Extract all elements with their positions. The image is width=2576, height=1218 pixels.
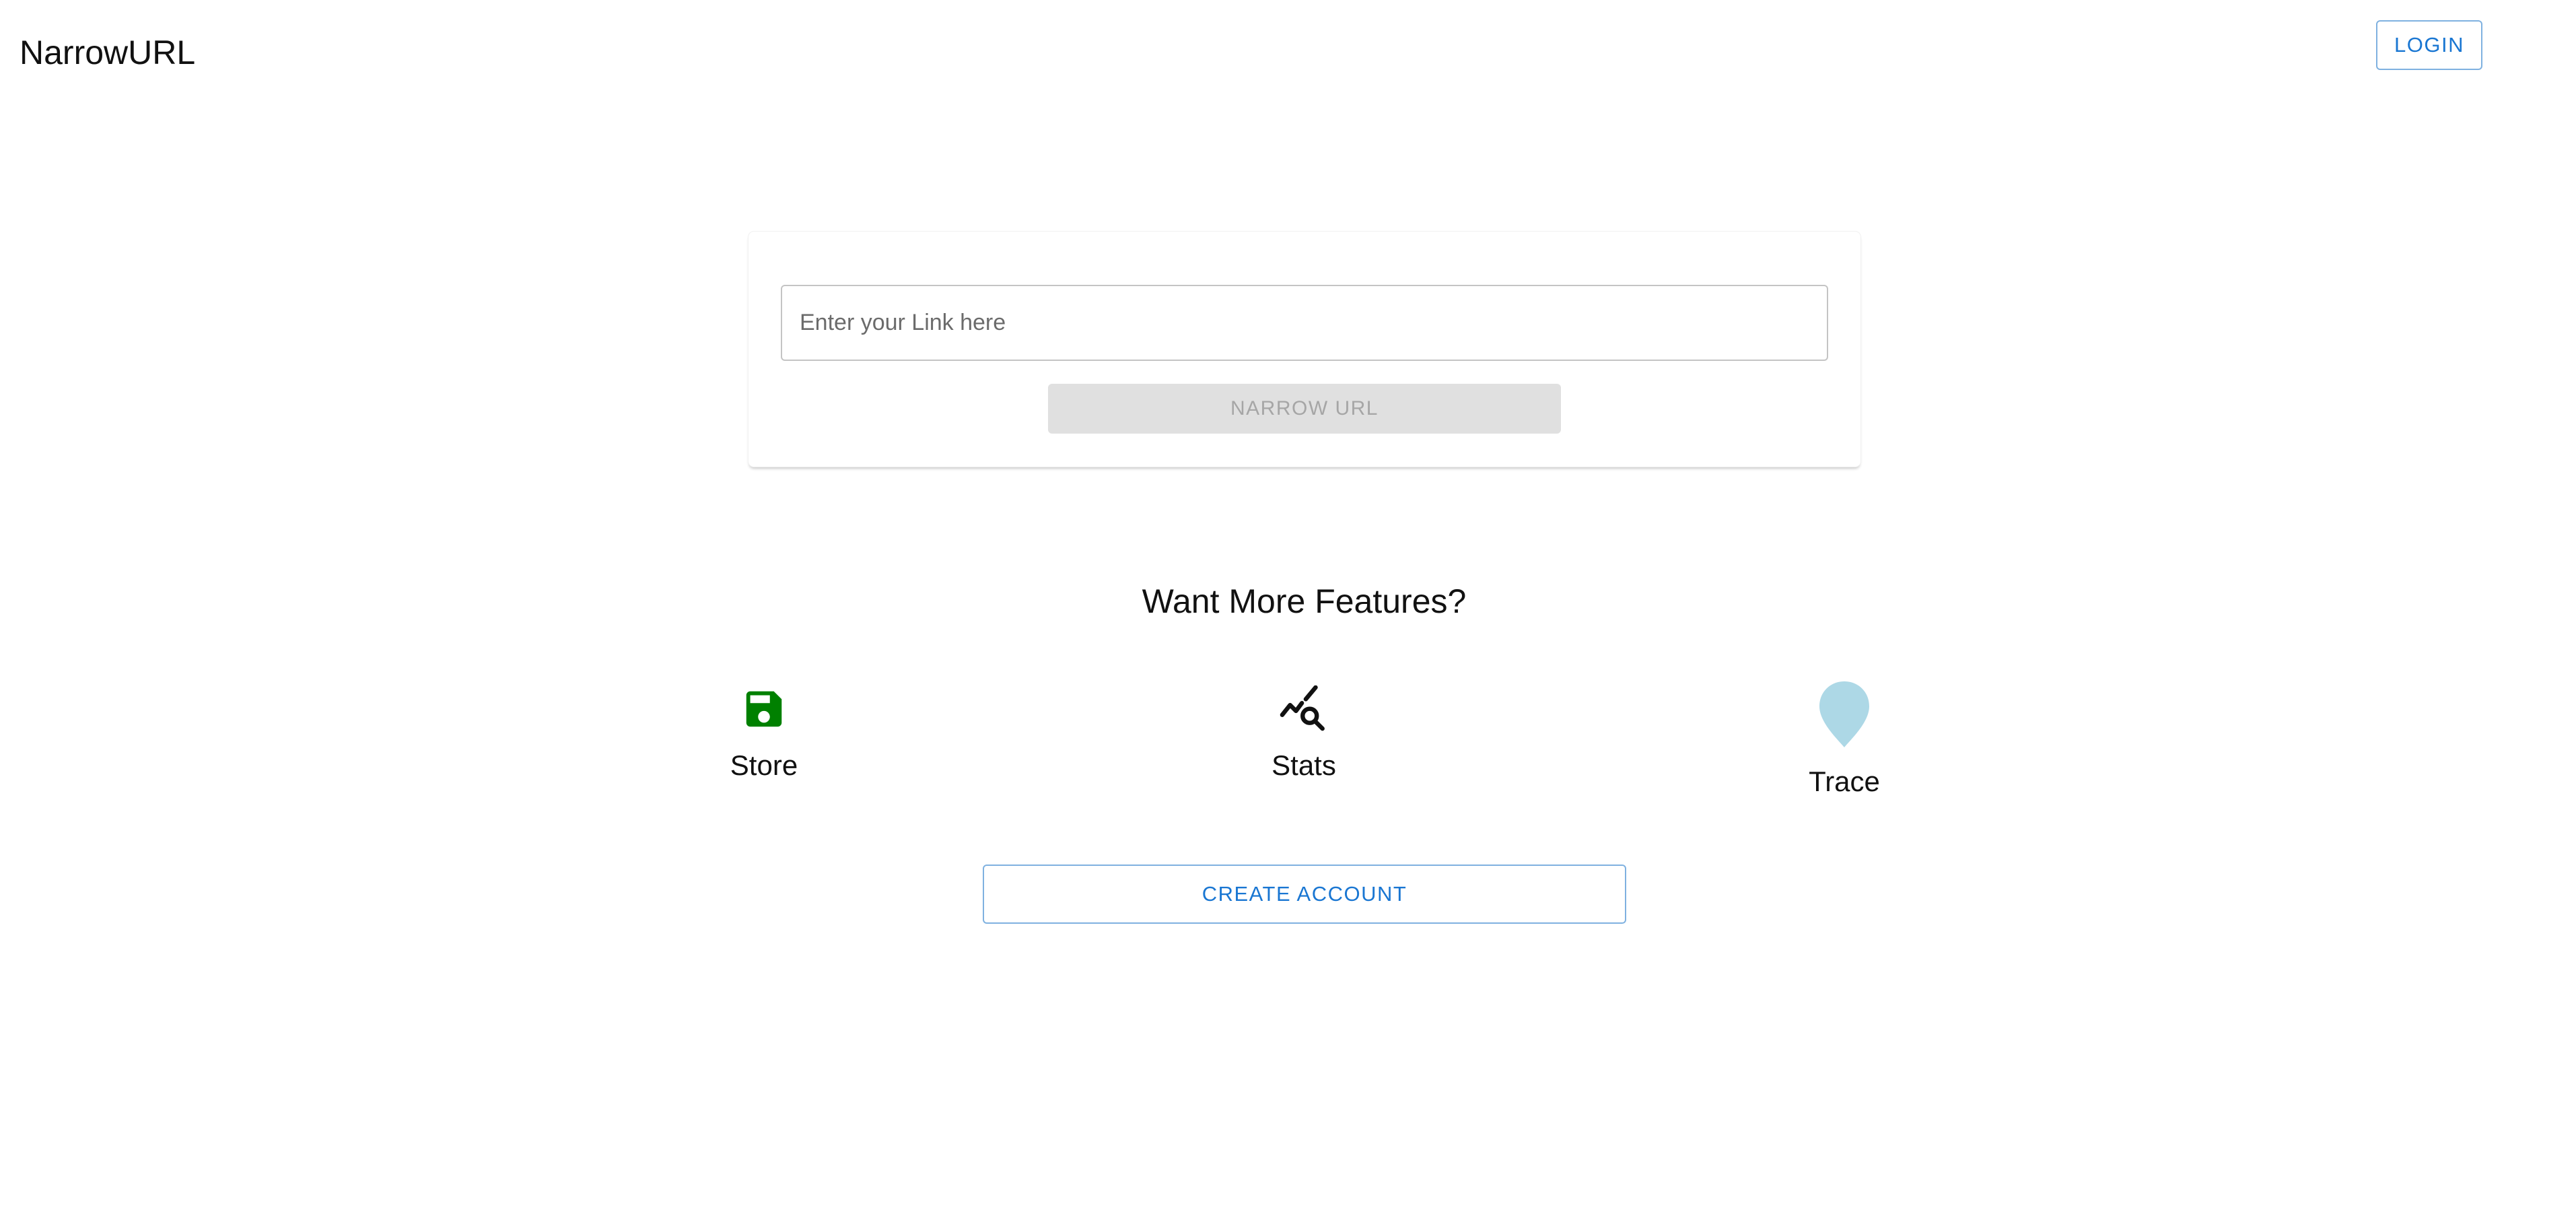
feature-trace-label: Trace bbox=[1809, 766, 1880, 797]
shortener-card: NARROW URL bbox=[749, 232, 1860, 467]
floppy-disk-icon bbox=[746, 691, 782, 727]
features-heading: Want More Features? bbox=[1142, 582, 1467, 620]
login-button[interactable]: LOGIN bbox=[2376, 20, 2482, 70]
query-stats-icon bbox=[1280, 685, 1325, 731]
narrow-url-button[interactable]: NARROW URL bbox=[1048, 384, 1561, 434]
feature-trace: Trace bbox=[1743, 680, 1945, 799]
feature-stats: Stats bbox=[1203, 685, 1405, 782]
link-input[interactable] bbox=[781, 285, 1828, 361]
feature-stats-label: Stats bbox=[1272, 749, 1336, 781]
create-account-button[interactable]: CREATE ACCOUNT bbox=[983, 865, 1626, 924]
map-pin-icon bbox=[1819, 681, 1869, 747]
feature-store-label: Store bbox=[730, 749, 798, 781]
feature-store: Store bbox=[663, 685, 865, 782]
brand-logo[interactable]: NarrowURL bbox=[20, 32, 195, 73]
page: NarrowURL LOGIN NARROW URL Want More Fea… bbox=[0, 0, 2576, 1218]
